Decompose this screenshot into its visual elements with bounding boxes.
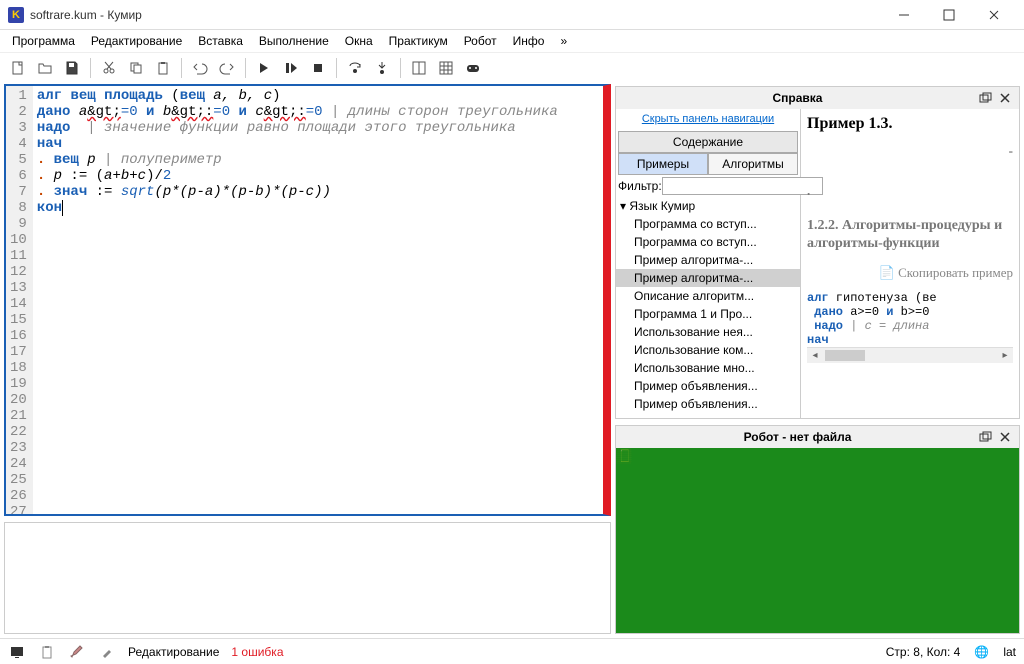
undo-icon[interactable] xyxy=(188,56,212,80)
status-mode: Редактирование xyxy=(128,645,219,659)
open-file-icon[interactable] xyxy=(33,56,57,80)
help-tab-algos[interactable]: Алгоритмы xyxy=(708,153,798,175)
grid2-icon[interactable] xyxy=(434,56,458,80)
status-position: Стр: 8, Кол: 4 xyxy=(886,645,961,659)
app-icon: K xyxy=(8,7,24,23)
code-content[interactable]: алг вещ площадь (вещ a, b, c) дано a&gt;… xyxy=(33,86,562,514)
menubar: Программа Редактирование Вставка Выполне… xyxy=(0,30,1024,52)
status-brush-icon[interactable] xyxy=(68,643,86,661)
tree-item[interactable]: Использование мно... xyxy=(616,359,800,377)
help-tree[interactable]: Язык Кумир Программа со вступ... Програм… xyxy=(616,197,800,418)
close-panel-icon[interactable] xyxy=(995,428,1015,446)
tree-item[interactable]: Использование нея... xyxy=(616,323,800,341)
menu-windows[interactable]: Окна xyxy=(337,32,381,50)
hide-nav-link[interactable]: Скрыть панель навигации xyxy=(616,109,800,129)
separator xyxy=(336,58,337,78)
detach-icon[interactable] xyxy=(975,89,995,107)
status-errors: 1 ошибка xyxy=(231,645,283,659)
status-clipboard-icon[interactable] xyxy=(38,643,56,661)
menu-edit[interactable]: Редактирование xyxy=(83,32,190,50)
line-gutter: 1234567891011121314151617181920212223242… xyxy=(6,86,33,514)
tree-item[interactable]: Программа со вступ... xyxy=(616,233,800,251)
doc-title: Пример 1.3. xyxy=(807,115,1013,133)
paste-icon[interactable] xyxy=(151,56,175,80)
status-keyboard: lat xyxy=(1003,645,1016,659)
robot-panel-title: Робот - нет файла xyxy=(620,430,975,444)
filter-input[interactable] xyxy=(662,177,823,195)
toolbar xyxy=(0,52,1024,82)
step-over-icon[interactable] xyxy=(343,56,367,80)
menu-program[interactable]: Программа xyxy=(4,32,83,50)
menu-info[interactable]: Инфо xyxy=(505,32,553,50)
step-icon[interactable] xyxy=(279,56,303,80)
maximize-button[interactable] xyxy=(926,1,971,29)
help-panel: Справка Скрыть панель навигации Содержан… xyxy=(615,86,1020,419)
titlebar: K softrare.kum - Кумир xyxy=(0,0,1024,30)
code-editor[interactable]: 1234567891011121314151617181920212223242… xyxy=(4,84,611,516)
robot-field[interactable] xyxy=(616,448,1019,633)
filter-label: Фильтр: xyxy=(618,179,662,193)
tree-item-selected[interactable]: Пример алгоритма-... xyxy=(616,269,800,287)
save-icon[interactable] xyxy=(60,56,84,80)
redo-icon[interactable] xyxy=(215,56,239,80)
tree-item[interactable]: Пример объявления... xyxy=(616,395,800,413)
tree-item[interactable]: Пример объявления... xyxy=(616,377,800,395)
menu-practicum[interactable]: Практикум xyxy=(381,32,456,50)
separator xyxy=(245,58,246,78)
tree-item[interactable]: Программа 1 и Про... xyxy=(616,305,800,323)
stop-icon[interactable] xyxy=(306,56,330,80)
status-globe-icon[interactable]: 🌐 xyxy=(974,645,989,659)
tree-root[interactable]: Язык Кумир xyxy=(616,197,800,215)
status-monitor-icon[interactable] xyxy=(8,643,26,661)
new-file-icon[interactable] xyxy=(6,56,30,80)
statusbar: Редактирование 1 ошибка Стр: 8, Кол: 4 🌐… xyxy=(0,638,1024,664)
menu-run[interactable]: Выполнение xyxy=(251,32,337,50)
menu-robot[interactable]: Робот xyxy=(456,32,505,50)
window-title: softrare.kum - Кумир xyxy=(30,8,881,22)
code-sample: алг гипотенуза (ве дано a>=0 и b>=0 надо… xyxy=(807,291,1013,347)
grid-icon[interactable] xyxy=(407,56,431,80)
help-tab-examples[interactable]: Примеры xyxy=(618,153,708,175)
help-content[interactable]: Пример 1.3. - . 1.2.2. Алгоритмы-процеду… xyxy=(801,109,1019,418)
close-button[interactable] xyxy=(971,1,1016,29)
run-icon[interactable] xyxy=(252,56,276,80)
minimize-button[interactable] xyxy=(881,1,926,29)
menu-insert[interactable]: Вставка xyxy=(190,32,251,50)
gamepad-icon[interactable] xyxy=(461,56,485,80)
copy-icon[interactable] xyxy=(124,56,148,80)
horizontal-scrollbar[interactable]: ◂▸ xyxy=(807,347,1013,363)
tree-item[interactable]: Пример алгоритма-... xyxy=(616,251,800,269)
step-into-icon[interactable] xyxy=(370,56,394,80)
copy-example-link[interactable]: 📄 Скопировать пример xyxy=(807,259,1013,291)
detach-icon[interactable] xyxy=(975,428,995,446)
help-panel-title: Справка xyxy=(620,91,975,105)
tree-item[interactable]: Программа со вступ... xyxy=(616,215,800,233)
tree-item[interactable]: Описание алгоритм... xyxy=(616,287,800,305)
menu-more[interactable]: » xyxy=(552,32,575,50)
separator xyxy=(181,58,182,78)
status-tool-icon[interactable] xyxy=(98,643,116,661)
separator xyxy=(90,58,91,78)
separator xyxy=(400,58,401,78)
help-tab-content[interactable]: Содержание xyxy=(618,131,798,153)
cut-icon[interactable] xyxy=(97,56,121,80)
tree-item[interactable]: Использование ком... xyxy=(616,341,800,359)
section-heading: 1.2.2. Алгоритмы-процедуры и алгоритмы-ф… xyxy=(807,217,1013,253)
robot-panel: Робот - нет файла xyxy=(615,425,1020,634)
console-output[interactable] xyxy=(4,522,611,634)
close-panel-icon[interactable] xyxy=(995,89,1015,107)
